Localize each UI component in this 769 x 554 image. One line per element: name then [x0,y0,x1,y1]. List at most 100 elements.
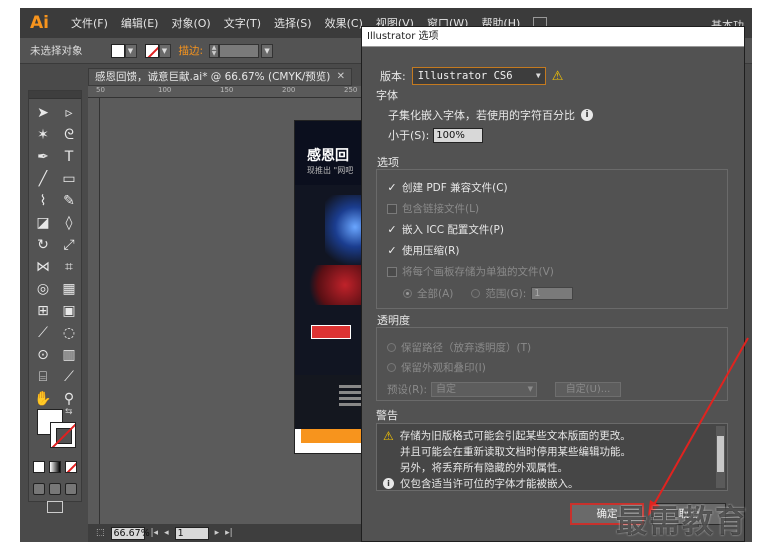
line-tool-icon[interactable]: ╱ [31,168,55,190]
artboard-tool-icon[interactable]: ⌸ [31,366,55,388]
swap-fill-stroke-icon[interactable]: ⇆ [65,407,73,417]
checkbox[interactable] [387,203,397,214]
shape-builder-tool-icon[interactable]: ◎ [31,278,55,300]
font-group-label: 字体 [376,89,398,102]
free-transform-tool-icon[interactable]: ⌗ [57,256,81,278]
pen-tool-icon[interactable]: ✒ [31,146,55,168]
stroke-color-box[interactable] [50,422,76,448]
menu-select[interactable]: 选择(S) [274,15,312,31]
transparency-group-label: 透明度 [377,314,410,327]
radio-preserve-paths[interactable] [387,343,396,352]
option-label: 嵌入 ICC 配置文件(P) [402,224,504,236]
warnings-scrollbar[interactable] [716,426,725,488]
menu-object[interactable]: 对象(O) [171,15,210,31]
transparency-group: 透明度 保留路径（放弃透明度）(T) 保留外观和叠印(I) 预设(R): 自定 … [376,314,728,401]
custom-preset-button[interactable]: 自定(U)... [555,382,622,397]
warning-line: i 仅包含适当许可位的字体才能被嵌入。 [383,476,579,491]
drawing-mode-row [33,483,77,495]
checkmark-icon[interactable]: ✓ [387,182,397,193]
eyedropper-tool-icon[interactable]: ⟋ [31,322,55,344]
option-preserve-appearance[interactable]: 保留外观和叠印(I) [387,360,486,375]
zoom-field[interactable]: 66.67% [110,526,150,540]
screen-mode-icon[interactable] [47,501,63,513]
blob-brush-tool-icon[interactable]: ◪ [31,212,55,234]
option-preserve-paths[interactable]: 保留路径（放弃透明度）(T) [387,340,531,355]
width-tool-icon[interactable]: ⋈ [31,256,55,278]
menu-edit[interactable]: 编辑(E) [121,15,159,31]
color-mode-icon[interactable] [33,461,45,473]
rectangle-tool-icon[interactable]: ▭ [57,168,81,190]
stroke-weight-label[interactable]: 描边: [179,43,204,58]
radio-range[interactable] [471,289,481,298]
option-embed-icc[interactable]: ✓ 嵌入 ICC 配置文件(P) [387,222,504,237]
artboard-nav-icon[interactable]: ⬚ [96,528,105,538]
type-tool-icon[interactable]: T [57,146,81,168]
option-label: 保留路径（放弃透明度）(T) [401,342,532,354]
poster-subtitle: 现推出 "网吧 [307,166,354,175]
prev-page-icon[interactable]: ◂ [164,528,169,538]
pencil-tool-icon[interactable]: ✎ [57,190,81,212]
draw-normal-icon[interactable] [33,483,45,495]
version-select[interactable]: Illustrator CS6 ▼ [411,67,546,85]
option-save-artboards[interactable]: 将每个画板存储为单独的文件(V) [387,264,554,279]
stroke-weight-field[interactable] [219,43,260,58]
preset-select[interactable]: 自定 ▼ [431,382,538,397]
radio-all[interactable] [403,289,412,298]
magic-wand-tool-icon[interactable]: ✶ [31,124,55,146]
stroke-swatch[interactable] [144,43,159,58]
page-field[interactable]: 1 [174,526,209,540]
column-graph-tool-icon[interactable]: ▥ [57,344,81,366]
color-mode-row [33,461,77,473]
direct-selection-tool-icon[interactable]: ▹ [57,102,81,124]
document-tab[interactable]: 感恩回馈，诚意巨献.ai* @ 66.67% (CMYK/预览) ✕ [88,68,352,86]
scale-tool-icon[interactable]: ⤢ [57,234,81,256]
selection-tool-icon[interactable]: ➤ [31,102,55,124]
paintbrush-tool-icon[interactable]: ⌇ [31,190,55,212]
fill-swatch[interactable] [110,43,125,58]
hand-tool-icon[interactable]: ✋ [31,388,55,410]
subset-percent-input[interactable]: 100% [433,127,484,143]
stroke-dropdown-icon[interactable]: ▼ [158,43,171,58]
checkmark-icon[interactable]: ✓ [387,245,397,256]
next-page-icon[interactable]: ▸ [215,528,220,538]
menu-effect[interactable]: 效果(C) [325,15,363,31]
option-create-pdf[interactable]: ✓ 创建 PDF 兼容文件(C) [387,180,507,195]
font-group: 字体 子集化嵌入字体，若使用的字符百分比 i 小于(S): 100% [376,89,728,149]
perspective-grid-tool-icon[interactable]: ▦ [57,278,81,300]
slice-tool-icon[interactable]: ⟋ [57,366,81,388]
option-include-linked[interactable]: 包含链接文件(L) [387,201,479,216]
dialog-title[interactable]: Illustrator 选项 [362,27,744,47]
option-use-compression[interactable]: ✓ 使用压缩(R) [387,243,459,258]
eraser-tool-icon[interactable]: ◊ [57,212,81,234]
checkmark-icon[interactable]: ✓ [387,224,397,235]
close-icon[interactable]: ✕ [337,69,345,85]
lasso-tool-icon[interactable]: ᘓ [57,124,81,146]
draw-inside-icon[interactable] [65,483,77,495]
range-input[interactable]: 1 [531,287,574,300]
preset-label: 预设(R): [387,384,428,396]
checkbox[interactable] [387,266,397,277]
stroke-stepper-icon[interactable]: ▲ ▼ [209,43,220,58]
symbol-sprayer-tool-icon[interactable]: ⊙ [31,344,55,366]
radio-range-label: 范围(G): [485,288,527,300]
fill-dropdown-icon[interactable]: ▼ [124,43,137,58]
none-mode-icon[interactable] [65,461,77,473]
scrollbar-thumb[interactable] [717,436,724,472]
gradient-mode-icon[interactable] [49,461,61,473]
radio-preserve-appearance[interactable] [387,363,396,372]
rotate-tool-icon[interactable]: ↻ [31,234,55,256]
first-page-icon[interactable]: |◂ [151,528,159,538]
draw-behind-icon[interactable] [49,483,61,495]
menu-type[interactable]: 文字(T) [224,15,261,31]
tools-panel-grip[interactable] [29,91,81,99]
stroke-weight-dropdown-icon[interactable]: ▼ [261,43,274,58]
fill-stroke-control[interactable]: ⇆ [37,407,77,453]
mesh-tool-icon[interactable]: ⊞ [31,300,55,322]
poster-title: 感恩回 [307,148,349,164]
preset-value: 自定 [436,384,457,395]
last-page-icon[interactable]: ▸| [225,528,233,538]
menu-file[interactable]: 文件(F) [71,15,108,31]
gradient-tool-icon[interactable]: ▣ [57,300,81,322]
status-bar: ⬚ 66.67% |◂ ◂ 1 ▸ ▸| [88,524,388,542]
blend-tool-icon[interactable]: ◌ [57,322,81,344]
